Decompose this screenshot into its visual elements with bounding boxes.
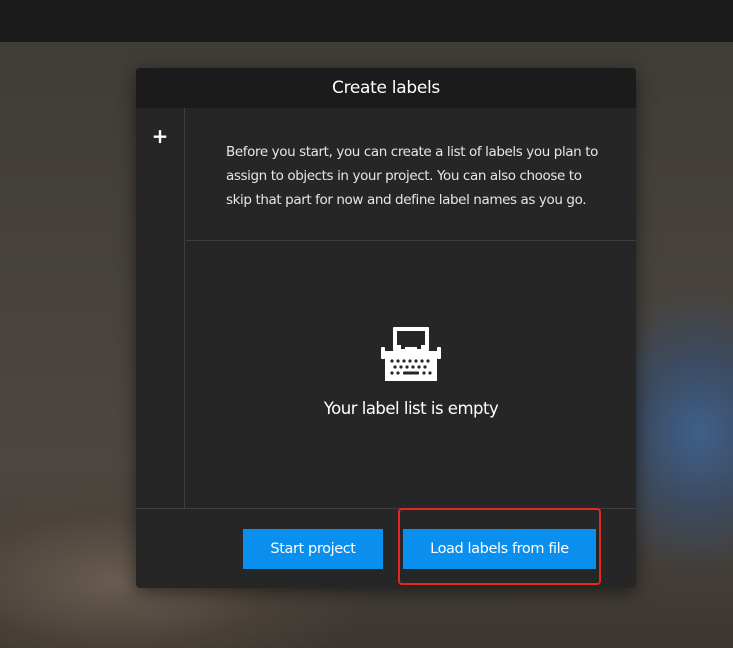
dialog-header: Create labels bbox=[136, 68, 636, 108]
empty-message: Your label list is empty bbox=[323, 399, 499, 418]
typewriter-icon bbox=[381, 327, 441, 381]
add-label-button[interactable]: + bbox=[148, 124, 172, 148]
dialog-title: Create labels bbox=[332, 78, 440, 98]
label-list-rail: + bbox=[136, 108, 185, 508]
load-labels-button[interactable]: Load labels from file bbox=[403, 529, 596, 569]
start-project-button[interactable]: Start project bbox=[243, 529, 383, 569]
empty-label-list: Your label list is empty bbox=[186, 241, 636, 508]
dialog-footer: Start project Load labels from file bbox=[136, 508, 636, 588]
intro-text: Before you start, you can create a list … bbox=[186, 108, 636, 241]
create-labels-dialog: Create labels + Before you start, you ca… bbox=[136, 68, 636, 588]
app-top-bar bbox=[0, 0, 733, 42]
